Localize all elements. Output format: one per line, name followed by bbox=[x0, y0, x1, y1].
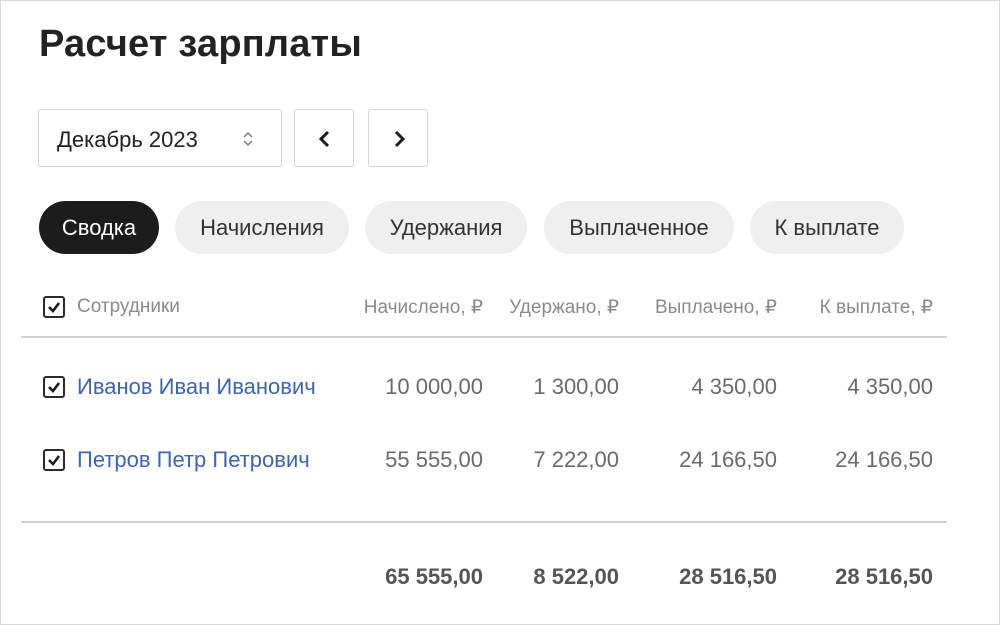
column-header-to-pay: К выплате, ₽ bbox=[819, 297, 933, 318]
previous-period-button[interactable] bbox=[294, 109, 354, 167]
total-paid: 28 516,50 bbox=[679, 564, 777, 589]
chevron-right-icon bbox=[394, 130, 406, 148]
to-pay-cell: 4 350,00 bbox=[847, 374, 933, 399]
withheld-cell: 1 300,00 bbox=[533, 374, 619, 399]
column-header-paid: Выплачено, ₽ bbox=[654, 297, 777, 318]
total-to-pay: 28 516,50 bbox=[835, 564, 933, 589]
tab-deductions[interactable]: Удержания bbox=[365, 201, 527, 254]
page-title: Расчет зарплаты bbox=[39, 23, 363, 65]
paid-cell: 24 166,50 bbox=[679, 447, 777, 472]
next-period-button[interactable] bbox=[368, 109, 428, 167]
employee-name-link[interactable]: Иванов Иван Иванович bbox=[77, 374, 316, 400]
checkmark-icon bbox=[48, 302, 61, 313]
chevron-left-icon bbox=[318, 130, 330, 148]
column-header-withheld: Удержано, ₽ bbox=[509, 297, 619, 318]
row-checkbox[interactable] bbox=[43, 376, 65, 398]
withheld-cell: 7 222,00 bbox=[533, 447, 619, 472]
row-checkbox[interactable] bbox=[43, 449, 65, 471]
checkmark-icon bbox=[48, 455, 61, 466]
to-pay-cell: 24 166,50 bbox=[835, 447, 933, 472]
period-value: Декабрь 2023 bbox=[57, 127, 198, 152]
column-header-accrued: Начислено, ₽ bbox=[363, 297, 483, 318]
accrued-cell: 55 555,00 bbox=[385, 447, 483, 472]
tab-summary[interactable]: Сводка bbox=[39, 201, 159, 254]
tab-accruals[interactable]: Начисления bbox=[175, 201, 349, 254]
payroll-window: Расчет зарплаты Декабрь 2023 Сводка Начи… bbox=[0, 0, 1000, 625]
checkmark-icon bbox=[48, 382, 61, 393]
total-withheld: 8 522,00 bbox=[533, 564, 619, 589]
tab-to-pay[interactable]: К выплате bbox=[750, 201, 904, 254]
employee-name-link[interactable]: Петров Петр Петрович bbox=[77, 447, 310, 473]
accrued-cell: 10 000,00 bbox=[385, 374, 483, 399]
header-divider bbox=[21, 336, 947, 338]
period-select[interactable]: Декабрь 2023 bbox=[38, 109, 282, 167]
total-accrued: 65 555,00 bbox=[385, 564, 483, 589]
tab-paid[interactable]: Выплаченное bbox=[544, 201, 734, 254]
column-header-employees: Сотрудники bbox=[77, 296, 180, 317]
paid-cell: 4 350,00 bbox=[691, 374, 777, 399]
totals-divider bbox=[21, 521, 947, 523]
sort-arrows-icon bbox=[243, 130, 253, 148]
select-all-checkbox[interactable] bbox=[43, 296, 65, 318]
